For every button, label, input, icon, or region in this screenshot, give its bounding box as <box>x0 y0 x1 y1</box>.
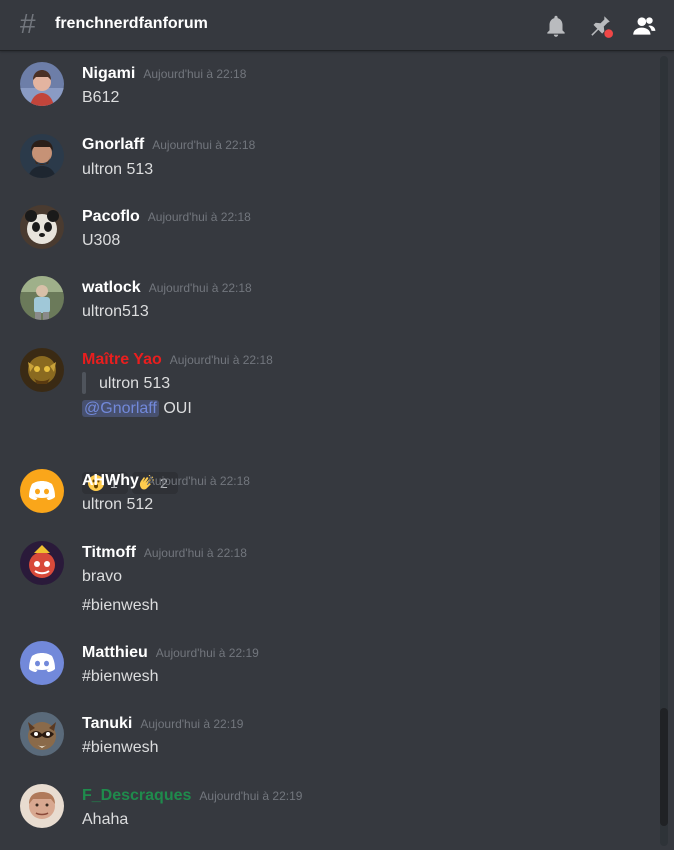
scrollbar-track[interactable] <box>660 56 668 846</box>
message-text: Ahaha <box>82 811 129 828</box>
quote-bar <box>82 372 86 394</box>
timestamp: Aujourd'hui à 22:19 <box>140 717 244 731</box>
username[interactable]: Nigami Aujourd'hui à 22:18 <box>82 65 246 83</box>
timestamp: Aujourd'hui à 22:18 <box>143 546 247 560</box>
message-text: ultron 513 <box>82 161 154 178</box>
message-text: #bienwesh <box>82 597 159 614</box>
message-list[interactable]: Nigami Aujourd'hui à 22:18 B612 Gnorlaff A… <box>0 52 660 850</box>
message-text: bravo <box>82 568 123 585</box>
scrollbar-thumb[interactable] <box>660 708 668 826</box>
avatar[interactable] <box>20 348 64 392</box>
timestamp: Aujourd'hui à 22:19 <box>155 646 259 660</box>
message-text: B612 <box>82 89 120 106</box>
message-text: ultron 512 <box>82 496 154 513</box>
message-text: ultron513 <box>82 303 149 320</box>
message-text: #bienwesh <box>82 668 159 685</box>
timestamp: Aujourd'hui à 22:18 <box>146 474 250 488</box>
timestamp: Aujourd'hui à 22:18 <box>148 281 252 295</box>
username[interactable]: F_Descraques Aujourd'hui à 22:19 <box>82 787 302 805</box>
avatar[interactable] <box>20 712 64 756</box>
avatar[interactable] <box>20 784 64 828</box>
bell-icon[interactable] <box>543 13 569 39</box>
pin-icon[interactable] <box>587 13 613 39</box>
avatar[interactable] <box>20 134 64 178</box>
avatar[interactable] <box>20 469 64 513</box>
channel-name: frenchnerdfanforum <box>55 15 208 32</box>
username[interactable]: Tanuki Aujourd'hui à 22:19 <box>82 715 243 733</box>
channel-header: # frenchnerdfanforum <box>0 0 674 51</box>
message-text: @Gnorlaff OUI <box>82 400 192 417</box>
timestamp: Aujourd'hui à 22:18 <box>143 67 247 81</box>
avatar[interactable] <box>20 541 64 585</box>
timestamp: Aujourd'hui à 22:18 <box>152 138 256 152</box>
username[interactable]: Maître Yao Aujourd'hui à 22:18 <box>82 351 273 369</box>
avatar[interactable] <box>20 276 64 320</box>
message-text: U308 <box>82 232 121 249</box>
username[interactable]: Pacoflo Aujourd'hui à 22:18 <box>82 208 251 226</box>
username[interactable]: AHWhy Aujourd'hui à 22:18 <box>82 472 250 490</box>
members-icon[interactable] <box>631 13 657 39</box>
avatar[interactable] <box>20 62 64 106</box>
message-text: #bienwesh <box>82 739 159 756</box>
timestamp: Aujourd'hui à 22:18 <box>169 353 273 367</box>
timestamp: Aujourd'hui à 22:18 <box>147 210 251 224</box>
username[interactable]: Gnorlaff Aujourd'hui à 22:18 <box>82 136 255 154</box>
timestamp: Aujourd'hui à 22:19 <box>199 789 303 803</box>
avatar[interactable] <box>20 205 64 249</box>
username[interactable]: Titmoff Aujourd'hui à 22:18 <box>82 544 247 562</box>
quote-text: ultron 513 <box>99 375 171 392</box>
avatar[interactable] <box>20 641 64 685</box>
username[interactable]: Matthieu Aujourd'hui à 22:19 <box>82 644 259 662</box>
hash-icon: # <box>20 8 36 39</box>
user-mention[interactable]: @Gnorlaff <box>82 400 159 417</box>
username[interactable]: watlock Aujourd'hui à 22:18 <box>82 279 252 297</box>
